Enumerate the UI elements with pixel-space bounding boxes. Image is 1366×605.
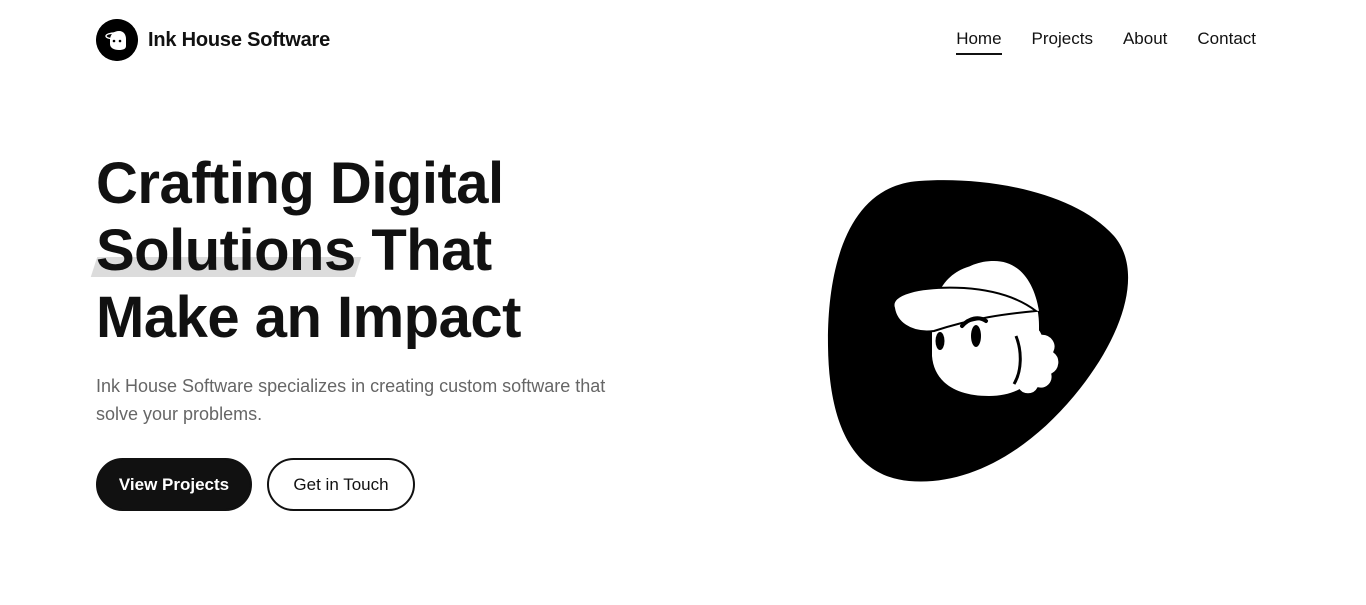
main-nav: Home Projects About Contact xyxy=(926,20,1256,60)
hero-title-line-1: Crafting Digital xyxy=(96,151,504,216)
character-with-cap-illustration xyxy=(827,180,1129,482)
site-header: Ink House Software Home Projects About C… xyxy=(96,19,1256,61)
brand-name: Ink House Software xyxy=(148,28,330,51)
hero-title: Crafting Digital Solutions That Make an … xyxy=(96,150,656,351)
hero-subtitle: Ink House Software specializes in creati… xyxy=(96,376,606,424)
nav-home[interactable]: Home xyxy=(956,29,1002,55)
nav-projects[interactable]: Projects xyxy=(1032,29,1093,51)
page: Ink House Software Home Projects About C… xyxy=(0,0,1351,605)
get-in-touch-button[interactable]: Get in Touch xyxy=(267,458,415,511)
hero-title-line-2-rest: That xyxy=(355,218,492,283)
hero-title-line-3: Make an Impact xyxy=(96,285,521,350)
view-projects-button[interactable]: View Projects xyxy=(96,458,252,511)
hero-title-highlight: Solutions xyxy=(96,218,356,283)
nav-about[interactable]: About xyxy=(1123,29,1167,51)
nav-contact[interactable]: Contact xyxy=(1197,29,1256,51)
hero-title-line-2: Solutions That xyxy=(96,217,656,284)
brand-link[interactable]: Ink House Software xyxy=(96,19,330,61)
avatar-logo-icon xyxy=(96,19,138,61)
